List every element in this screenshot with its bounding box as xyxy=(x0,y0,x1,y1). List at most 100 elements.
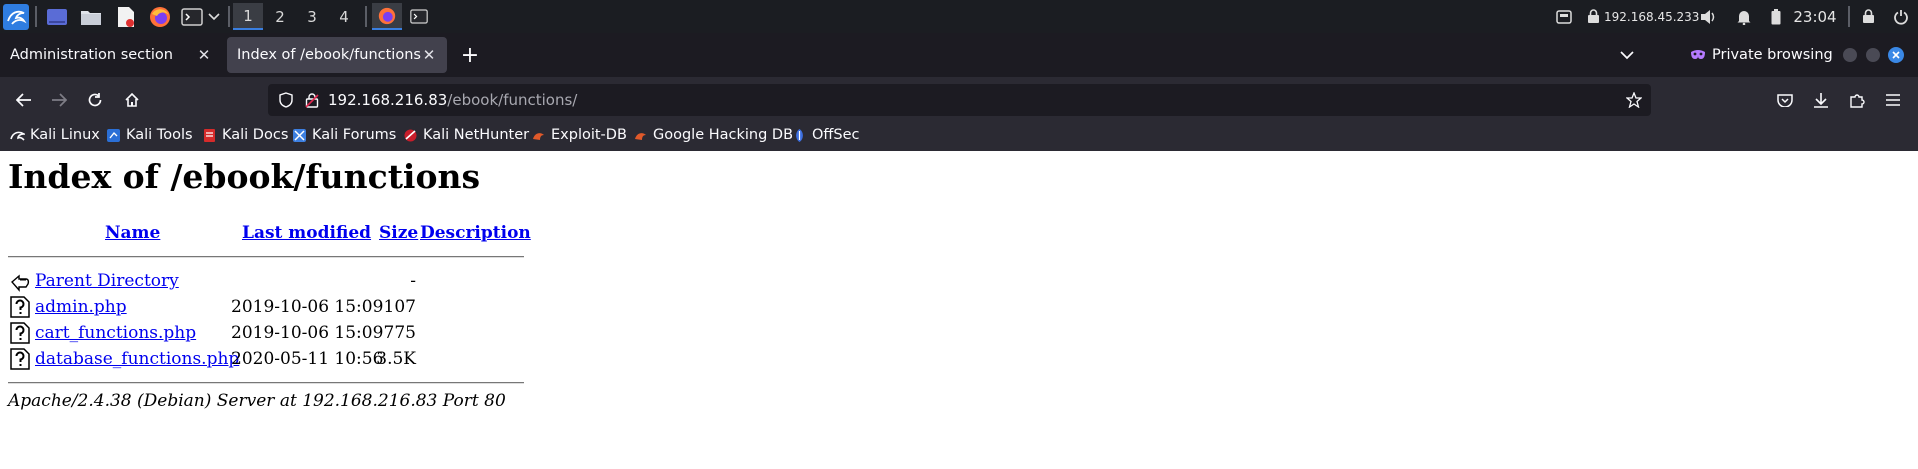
kali-linux-icon xyxy=(10,131,25,141)
close-icon[interactable]: ✕ xyxy=(419,45,439,65)
file-link-database-functions-php[interactable]: database_functions.php xyxy=(35,347,239,371)
close-window-button[interactable] xyxy=(1887,37,1905,73)
puzzle-icon xyxy=(1850,94,1865,108)
bookmark-kali-linux[interactable]: Kali Linux xyxy=(10,121,100,149)
kali-nethunter-icon xyxy=(404,129,417,141)
close-icon[interactable]: ✕ xyxy=(194,45,214,65)
lock-screen-icon[interactable] xyxy=(1857,0,1879,33)
column-header-size[interactable]: Size xyxy=(379,223,418,243)
download-icon xyxy=(1814,93,1828,108)
row-modified: 2020-05-11 10:56 xyxy=(231,349,384,369)
unknown-file-icon xyxy=(10,348,30,370)
private-browsing-label: Private browsing xyxy=(1712,47,1833,63)
tab-administration-section[interactable]: Administration section ✕ xyxy=(0,37,222,73)
url-path: /ebook/functions/ xyxy=(447,91,578,109)
kali-menu-icon[interactable] xyxy=(2,0,30,33)
tab-index-of-ebook-functions[interactable]: Index of /ebook/functions ✕ xyxy=(227,37,447,73)
pocket-icon xyxy=(1777,94,1793,107)
tab-label: Administration section xyxy=(10,47,173,63)
column-header-last-modified[interactable]: Last modified xyxy=(242,223,371,243)
file-link-cart-functions-php[interactable]: cart_functions.php xyxy=(35,321,196,345)
column-header-name[interactable]: Name xyxy=(105,223,160,243)
forward-button[interactable] xyxy=(44,85,74,115)
app-menu-button[interactable] xyxy=(1878,85,1908,115)
maximize-button[interactable] xyxy=(1864,37,1882,73)
minimize-button[interactable] xyxy=(1841,37,1859,73)
list-all-tabs-icon[interactable] xyxy=(1613,37,1641,73)
ghdb-icon xyxy=(635,132,646,140)
extensions-button[interactable] xyxy=(1842,85,1872,115)
ip-address: 192.168.45.233 xyxy=(1604,9,1700,24)
reload-icon xyxy=(88,93,102,107)
desktop-icon[interactable] xyxy=(44,0,70,33)
bookmark-label: Kali Forums xyxy=(312,127,397,143)
bookmarks-toolbar: Kali Linux Kali Tools Kali Docs Kali For… xyxy=(0,121,1918,151)
column-header-description[interactable]: Description xyxy=(420,223,531,243)
table-row: admin.php 2019-10-06 15:09 107 xyxy=(0,295,600,319)
workspace-1[interactable]: 1 xyxy=(233,3,263,30)
row-size: 107 xyxy=(383,297,416,317)
forward-arrow-icon xyxy=(52,93,67,107)
exploit-db-icon xyxy=(533,132,544,140)
home-icon xyxy=(125,92,139,107)
row-size: 775 xyxy=(383,323,416,343)
new-tab-button[interactable]: + xyxy=(455,37,485,73)
hamburger-menu-icon xyxy=(1886,94,1900,106)
os-top-panel: 1 2 3 4 192.168.45.233 23:04 xyxy=(0,0,1918,33)
chevron-down-icon[interactable] xyxy=(206,0,222,33)
parent-directory-link[interactable]: Parent Directory xyxy=(35,269,179,293)
firefox-icon[interactable] xyxy=(147,0,173,33)
offsec-icon xyxy=(796,128,803,142)
volume-icon[interactable] xyxy=(1697,0,1719,33)
downloads-button[interactable] xyxy=(1806,85,1836,115)
back-arrow-icon xyxy=(16,93,31,107)
bookmark-label: OffSec xyxy=(812,127,860,143)
private-browsing-indicator: Private browsing xyxy=(1690,37,1840,73)
url-text[interactable]: 192.168.216.83/ebook/functions/ xyxy=(328,84,577,116)
bookmark-kali-nethunter[interactable]: Kali NetHunter xyxy=(403,121,529,149)
back-arrow-icon xyxy=(11,274,30,292)
notification-bell-icon[interactable] xyxy=(1733,0,1755,33)
bookmark-label: Kali Tools xyxy=(126,127,193,143)
terminal-icon[interactable] xyxy=(180,0,204,33)
files-icon[interactable] xyxy=(78,0,104,33)
kali-tools-icon xyxy=(107,128,120,142)
table-row: cart_functions.php 2019-10-06 15:09 775 xyxy=(0,321,600,345)
url-bar[interactable]: 192.168.216.83/ebook/functions/ xyxy=(268,84,1651,116)
workspace-2[interactable]: 2 xyxy=(265,3,295,30)
kali-forums-icon xyxy=(293,128,306,142)
bookmark-label: Kali NetHunter xyxy=(423,127,530,143)
bookmark-kali-tools[interactable]: Kali Tools xyxy=(106,121,193,149)
bookmark-offsec[interactable]: OffSec xyxy=(792,121,860,149)
tab-strip: Administration section ✕ Index of /ebook… xyxy=(0,33,1918,77)
private-mask-icon xyxy=(1691,50,1705,59)
pocket-button[interactable] xyxy=(1770,85,1800,115)
server-signature: Apache/2.4.38 (Debian) Server at 192.168… xyxy=(8,391,506,411)
reload-button[interactable] xyxy=(80,85,110,115)
firefox-window-icon[interactable] xyxy=(372,3,402,30)
insecure-lock-icon[interactable] xyxy=(302,84,322,116)
page-content: Index of /ebook/functions Name Last modi… xyxy=(0,151,1918,469)
bookmark-label: Kali Linux xyxy=(30,127,100,143)
clock[interactable]: 23:04 xyxy=(1790,0,1840,33)
vpn-icon[interactable] xyxy=(1553,0,1575,33)
file-link-admin-php[interactable]: admin.php xyxy=(35,295,127,319)
bookmark-star-icon[interactable] xyxy=(1623,84,1645,116)
bookmark-google-hacking-db[interactable]: Google Hacking DB xyxy=(633,121,793,149)
unknown-file-icon xyxy=(10,296,30,318)
bookmark-exploit-db[interactable]: Exploit-DB xyxy=(531,121,627,149)
bookmark-label: Exploit-DB xyxy=(551,127,627,143)
back-button[interactable] xyxy=(9,85,39,115)
terminal-window-icon[interactable] xyxy=(406,0,432,33)
workspace-3[interactable]: 3 xyxy=(297,3,327,30)
text-editor-icon[interactable] xyxy=(113,0,139,33)
bookmark-kali-docs[interactable]: Kali Docs xyxy=(202,121,288,149)
shield-icon[interactable] xyxy=(276,84,296,116)
bookmark-kali-forums[interactable]: Kali Forums xyxy=(292,121,396,149)
row-size: 3.5K xyxy=(376,349,416,369)
table-row: Parent Directory - xyxy=(0,269,600,293)
workspace-4[interactable]: 4 xyxy=(329,3,359,30)
home-button[interactable] xyxy=(117,85,147,115)
power-icon[interactable] xyxy=(1890,0,1912,33)
table-row: database_functions.php 2020-05-11 10:56 … xyxy=(0,347,600,371)
